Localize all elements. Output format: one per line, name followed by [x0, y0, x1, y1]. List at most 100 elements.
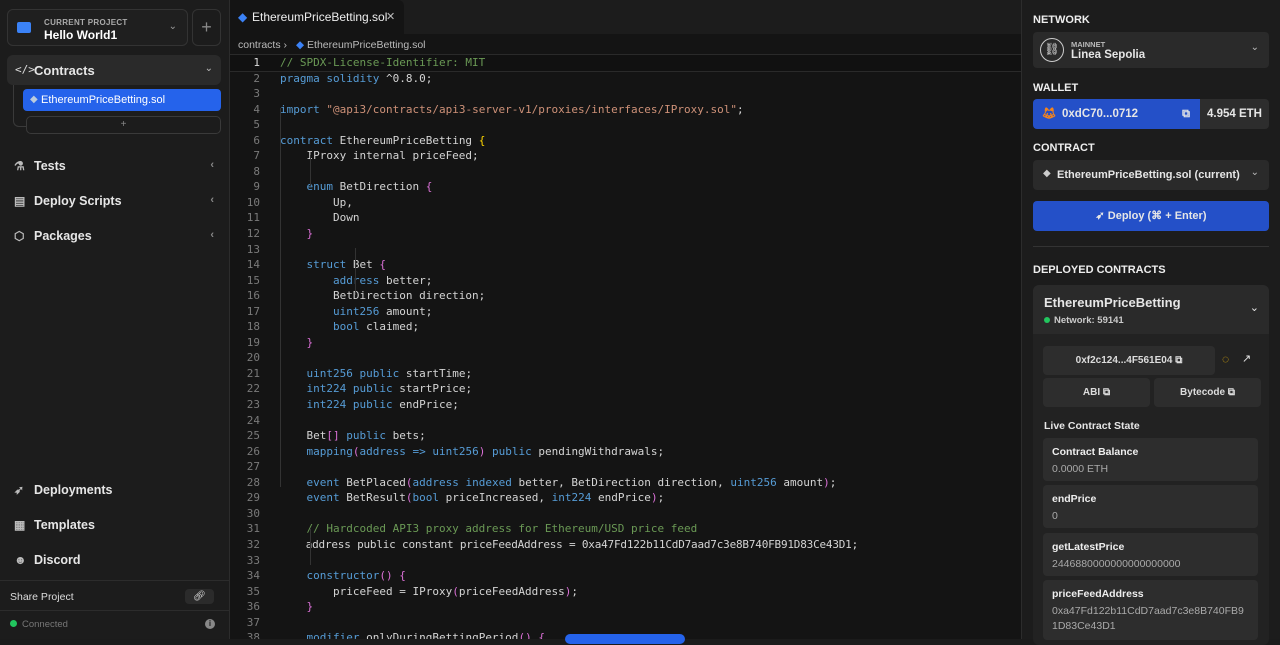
deployed-contract-header[interactable]: EthereumPriceBetting Network: 59141 ⌄ — [1033, 285, 1269, 334]
nav-label: Discord — [34, 553, 81, 567]
line-text: pragma solidity ^0.8.0; — [280, 71, 433, 85]
code-line[interactable]: 2 pragma solidity ^0.8.0; — [230, 71, 1021, 87]
code-line[interactable]: 19 } — [230, 335, 1021, 351]
external-link-icon[interactable]: ↗ — [1242, 352, 1251, 365]
wallet-address[interactable]: 🦊︎ 0xdC70...0712 ⧉ — [1033, 99, 1200, 129]
line-number: 25 — [246, 429, 260, 443]
code-line[interactable]: 11 Down — [230, 210, 1021, 226]
code-icon: </> — [15, 63, 35, 76]
code-line[interactable]: 30 — [230, 506, 1021, 522]
code-line[interactable]: 24 — [230, 413, 1021, 429]
line-text: // SPDX-License-Identifier: MIT — [280, 56, 486, 69]
line-number: 30 — [246, 506, 260, 520]
line-number: 3 — [253, 87, 260, 101]
folder-icon — [17, 22, 31, 33]
abi-label: ABI — [1082, 387, 1101, 398]
sidebar-item-packages[interactable]: ⬡ Packages ‹ — [14, 229, 214, 243]
verified-icon[interactable]: ◌ — [1222, 352, 1229, 366]
info-icon[interactable]: i — [205, 619, 215, 629]
code-line[interactable]: 29 event BetResult(bool priceIncreased, … — [230, 490, 1021, 506]
code-line[interactable]: 27 — [230, 459, 1021, 475]
code-line[interactable]: 4 import "@api3/contracts/api3-server-v1/… — [230, 102, 1021, 118]
sidebar-item-deploy-scripts[interactable]: ▤ Deploy Scripts ‹ — [14, 194, 214, 208]
code-line[interactable]: 13 — [230, 242, 1021, 258]
copy-icon[interactable]: ⧉ — [1182, 99, 1190, 129]
line-number: 17 — [246, 304, 260, 318]
deploy-button[interactable]: ➶ Deploy (⌘ + Enter) — [1033, 201, 1269, 231]
share-link-button[interactable]: 🔗︎ — [185, 589, 214, 604]
line-number: 29 — [246, 491, 260, 505]
code-lines[interactable]: 1 // SPDX-License-Identifier: MIT 2 pragma … — [230, 54, 1021, 639]
code-line[interactable]: 33 — [230, 553, 1021, 569]
copy-abi-button[interactable]: ABI ⧉ — [1043, 378, 1150, 407]
code-line[interactable]: 7 IProxy internal priceFeed; — [230, 148, 1021, 164]
deployed-contract-card: EthereumPriceBetting Network: 59141 ⌄ 0x… — [1033, 285, 1269, 645]
code-line[interactable]: 28 event BetPlaced(address indexed bette… — [230, 475, 1021, 491]
code-line[interactable]: 25 Bet[] public bets; — [230, 428, 1021, 444]
contract-address-copy[interactable]: 0xf2c124...4F561E04 ⧉ — [1043, 346, 1215, 375]
nav-label: Packages — [34, 229, 92, 243]
close-icon[interactable]: ✕ — [386, 0, 395, 34]
line-number: 19 — [246, 335, 260, 349]
file-item[interactable]: ◆ EthereumPriceBetting.sol — [23, 89, 221, 111]
code-line[interactable]: 6 contract EthereumPriceBetting { — [230, 133, 1021, 149]
code-line[interactable]: 22 int224 public startPrice; — [230, 381, 1021, 397]
tab-ethereum-price-betting[interactable]: ◆ EthereumPriceBetting.sol ✕ — [230, 0, 404, 34]
code-line[interactable]: 37 — [230, 615, 1021, 631]
add-file-button[interactable]: + — [26, 116, 221, 134]
code-line[interactable]: 3 — [230, 86, 1021, 102]
floating-action-pill[interactable] — [565, 634, 685, 644]
line-text: priceFeed = IProxy(priceFeedAddress); — [280, 584, 579, 598]
line-number: 36 — [246, 600, 260, 614]
ethereum-icon: ◆ — [295, 39, 305, 51]
code-line[interactable]: 20 — [230, 350, 1021, 366]
code-editor[interactable]: ◆ EthereumPriceBetting.sol ✕ contracts › ◆… — [230, 0, 1021, 639]
sidebar-item-templates[interactable]: ▦ Templates — [14, 518, 214, 532]
bytecode-label: Bytecode — [1180, 387, 1226, 398]
sidebar-item-deployments[interactable]: ➶ Deployments — [14, 483, 214, 497]
chevron-down-icon: ⌄ — [1250, 167, 1259, 178]
breadcrumb-file[interactable]: EthereumPriceBetting.sol — [307, 39, 425, 51]
code-line[interactable]: 16 BetDirection direction; — [230, 288, 1021, 304]
live-state-title: Live Contract State — [1044, 420, 1140, 432]
sidebar-item-tests[interactable]: ⚗ Tests ‹ — [14, 159, 214, 173]
deploy-panel: NETWORK ⛓ MAINNET Linea Sepolia ⌄ WALLET… — [1021, 0, 1280, 645]
code-line[interactable]: 15 address better; — [230, 273, 1021, 289]
code-line[interactable]: 10 Up, — [230, 195, 1021, 211]
code-line[interactable]: 21 uint256 public startTime; — [230, 366, 1021, 382]
code-line[interactable]: 31 // Hardcoded API3 proxy address for E… — [230, 521, 1021, 537]
code-line[interactable]: 1 // SPDX-License-Identifier: MIT — [230, 54, 1021, 72]
contracts-label: Contracts — [34, 63, 95, 78]
network-selector[interactable]: ⛓ MAINNET Linea Sepolia ⌄ — [1033, 32, 1269, 68]
code-line[interactable]: 12 } — [230, 226, 1021, 242]
contract-selector[interactable]: ◆ EthereumPriceBetting.sol (current) ⌄ — [1033, 160, 1269, 190]
code-line[interactable]: 8 — [230, 164, 1021, 180]
chevron-left-icon: ‹ — [210, 194, 214, 206]
connection-status: Connected — [10, 619, 68, 630]
project-selector[interactable]: CURRENT PROJECT Hello World1 ⌄ — [7, 9, 188, 46]
code-line[interactable]: 9 enum BetDirection { — [230, 179, 1021, 195]
state-key: getLatestPrice — [1052, 541, 1125, 553]
indent-guide — [280, 108, 281, 487]
code-line[interactable]: 34 constructor() { — [230, 568, 1021, 584]
code-line[interactable]: 5 — [230, 117, 1021, 133]
code-line[interactable]: 26 mapping(address => uint256) public pe… — [230, 444, 1021, 460]
code-line[interactable]: 32 address public constant priceFeedAddr… — [230, 537, 1021, 553]
code-line[interactable]: 23 int224 public endPrice; — [230, 397, 1021, 413]
copy-bytecode-button[interactable]: Bytecode ⧉ — [1154, 378, 1261, 407]
add-project-button[interactable]: + — [192, 9, 221, 46]
sidebar-item-contracts[interactable]: </> Contracts ⌄ — [7, 55, 221, 85]
line-text: } — [306, 600, 314, 614]
code-line[interactable]: 14 struct Bet { — [230, 257, 1021, 273]
sidebar-item-discord[interactable]: ☻ Discord — [14, 553, 214, 567]
project-label: CURRENT PROJECT — [44, 18, 128, 27]
breadcrumb-root[interactable]: contracts — [238, 39, 281, 51]
code-line[interactable]: 17 uint256 amount; — [230, 304, 1021, 320]
line-number: 11 — [246, 211, 260, 225]
code-line[interactable]: 18 bool claimed; — [230, 319, 1021, 335]
code-line[interactable]: 36 } — [230, 599, 1021, 615]
line-number: 15 — [246, 273, 260, 287]
indent-guide — [310, 155, 311, 186]
code-line[interactable]: 35 priceFeed = IProxy(priceFeedAddress); — [230, 584, 1021, 600]
chevron-down-icon: ⌄ — [168, 21, 177, 32]
